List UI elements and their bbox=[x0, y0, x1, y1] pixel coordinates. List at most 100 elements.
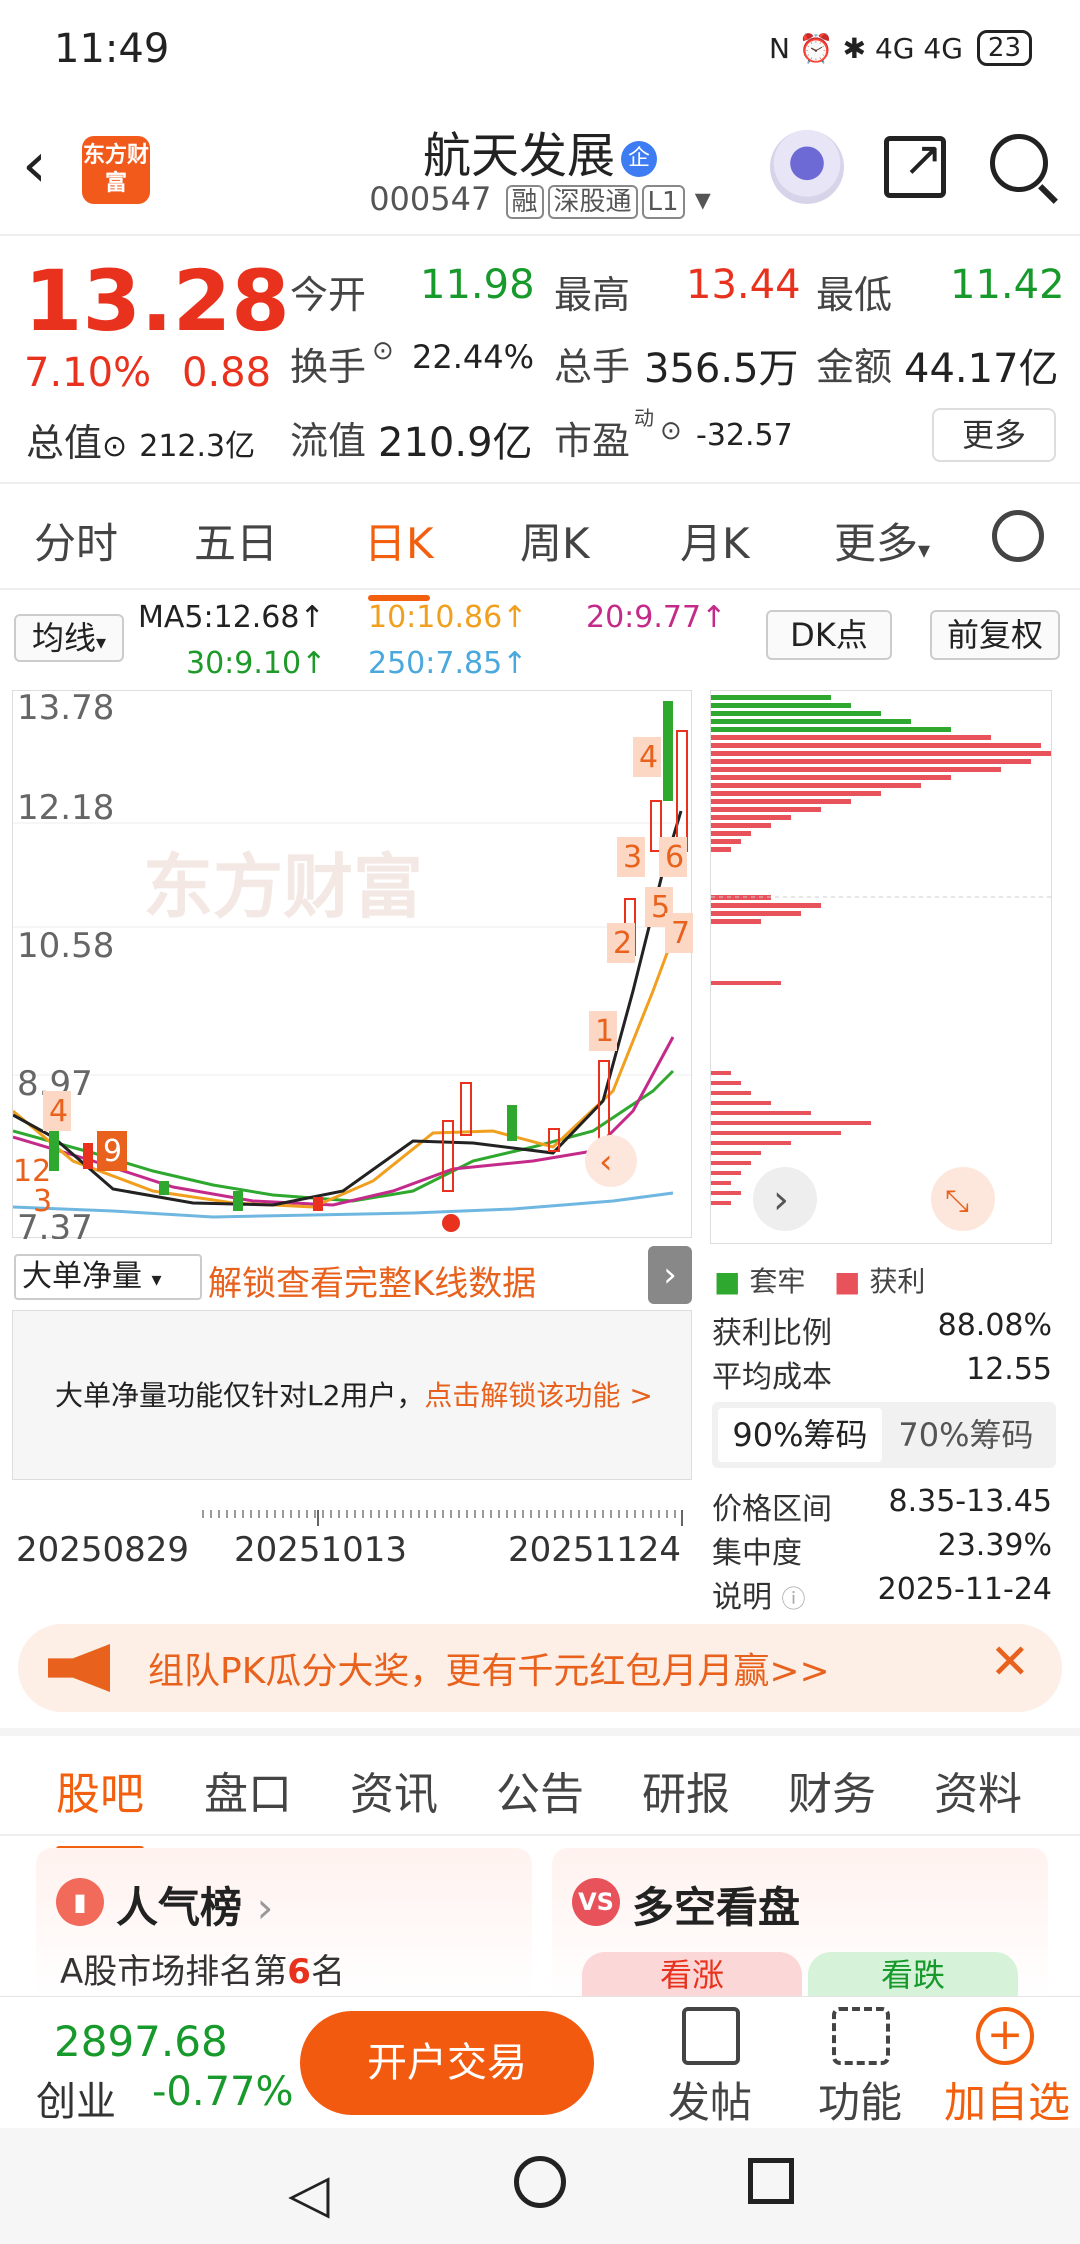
amount-value: 44.17亿 bbox=[904, 346, 1059, 392]
time-axis bbox=[202, 1510, 683, 1526]
dk-dot bbox=[442, 1214, 460, 1232]
candle bbox=[313, 1197, 323, 1211]
candle bbox=[676, 730, 688, 852]
gear-icon[interactable] bbox=[992, 510, 1044, 562]
chip-bar bbox=[711, 919, 761, 924]
plus-icon[interactable]: + bbox=[976, 2007, 1034, 2065]
chip-bar bbox=[711, 1131, 841, 1135]
chip-percent-toggle: 90%筹码 70%筹码 bbox=[712, 1402, 1056, 1468]
volume-label: 总手 bbox=[554, 345, 631, 389]
chip-bar bbox=[711, 719, 911, 724]
kline-chart[interactable]: 东方财富 13.78 12.18 10.58 8.97 7.37 1 2 3 4… bbox=[12, 688, 693, 1248]
bear-button[interactable]: 看跌 bbox=[808, 1952, 1018, 1998]
tab-more[interactable]: 更多▾ bbox=[834, 510, 930, 571]
marker-label: 3 bbox=[33, 1184, 52, 1219]
indicator-dropdown[interactable]: 大单净量 ▾ bbox=[14, 1254, 202, 1300]
tab-news[interactable]: 资讯 bbox=[350, 1758, 438, 1822]
nav-back-icon[interactable]: ◁ bbox=[288, 2162, 330, 2225]
legend-swatch: ■ bbox=[714, 1265, 741, 1298]
chip-bar bbox=[711, 1141, 791, 1145]
price-range-row: 价格区间 8.35-13.45 bbox=[712, 1484, 1056, 1527]
promo-banner[interactable]: 组队PK瓜分大奖，更有千元红包月月赢>> ✕ bbox=[18, 1624, 1062, 1712]
tab-orderbook[interactable]: 盘口 bbox=[204, 1758, 292, 1822]
open-account-button[interactable]: 开户交易 bbox=[300, 2011, 594, 2115]
share-icon[interactable] bbox=[884, 131, 946, 198]
app-header: ‹ 东方财富 航天发展企 000547 融深股通 L1 ▾ bbox=[0, 110, 1080, 234]
tab-daily-k[interactable]: 日K bbox=[364, 510, 434, 601]
post-button[interactable]: 发帖 bbox=[668, 2069, 752, 2130]
tab-intraday[interactable]: 分时 bbox=[34, 510, 118, 571]
info-tabs: 股吧 盘口 资讯 公告 研报 财务 资料 bbox=[0, 1730, 1080, 1852]
rank-number: 6 bbox=[287, 1952, 311, 1992]
marker-label: 9 bbox=[103, 1134, 122, 1169]
chip-bar bbox=[711, 1091, 751, 1095]
bull-button[interactable]: 看涨 bbox=[582, 1952, 802, 1998]
nav-recents-icon[interactable] bbox=[748, 2158, 794, 2204]
chip-bar bbox=[711, 1081, 741, 1085]
chip-bar bbox=[711, 847, 731, 852]
note-date: 2025-11-24 bbox=[877, 1572, 1052, 1607]
tab-finance[interactable]: 财务 bbox=[788, 1758, 876, 1822]
chip-bar bbox=[711, 1071, 731, 1075]
ma30-value: 30:9.10↑ bbox=[186, 646, 327, 681]
adjust-button[interactable]: 前复权 bbox=[930, 610, 1060, 660]
tab-monthly-k[interactable]: 月K bbox=[680, 510, 750, 571]
tab-announcements[interactable]: 公告 bbox=[496, 1758, 584, 1822]
robot-assistant-icon[interactable] bbox=[770, 130, 844, 204]
chevron-right-icon: › bbox=[773, 1177, 789, 1223]
candle bbox=[233, 1191, 243, 1211]
function-button[interactable]: 功能 bbox=[818, 2069, 902, 2130]
candle bbox=[507, 1105, 517, 1141]
ma-selector[interactable]: 均线▾ bbox=[14, 614, 124, 662]
l2-unlock-link[interactable]: 点击解锁该功能 > bbox=[424, 1379, 652, 1412]
unlock-kline-link[interactable]: 解锁查看完整K线数据 bbox=[208, 1256, 536, 1305]
chip-bar bbox=[711, 695, 831, 700]
dk-point-button[interactable]: DK点 bbox=[766, 610, 892, 660]
popularity-card[interactable]: ▮ 人气榜 › A股市场排名第6名 bbox=[36, 1848, 532, 1998]
chip-bar bbox=[711, 903, 821, 908]
add-watchlist-button[interactable]: 加自选 bbox=[944, 2069, 1070, 2130]
candle bbox=[663, 701, 673, 801]
marker-label: 7 bbox=[671, 916, 690, 951]
close-icon[interactable]: ✕ bbox=[990, 1634, 1030, 1690]
index-change: -0.77% bbox=[152, 2069, 294, 2115]
l2-notice-text: 大单净量功能仅针对L2用户， bbox=[55, 1379, 425, 1412]
kline-svg: 东方财富 13.78 12.18 10.58 8.97 7.37 1 2 3 4… bbox=[12, 688, 693, 1248]
tab-chip-90[interactable]: 90%筹码 bbox=[718, 1408, 882, 1462]
ma5-value: MA5:12.68↑ bbox=[138, 600, 325, 635]
tab-five-day[interactable]: 五日 bbox=[194, 510, 278, 571]
chip-bar bbox=[711, 981, 781, 985]
candles bbox=[49, 701, 688, 1211]
tab-weekly-k[interactable]: 周K bbox=[520, 510, 590, 571]
info-icon[interactable]: ⓘ bbox=[782, 1585, 806, 1613]
chevron-right-icon[interactable]: › bbox=[648, 1246, 692, 1304]
caret-down-icon: ▾ bbox=[151, 1267, 162, 1291]
chip-distribution[interactable]: › ⤡ bbox=[710, 690, 1053, 1244]
chip-bar bbox=[711, 735, 991, 740]
chip-bar bbox=[711, 1161, 751, 1165]
price-range-value: 8.35-13.45 bbox=[888, 1484, 1052, 1519]
tab-research[interactable]: 研报 bbox=[642, 1758, 730, 1822]
volume-value: 356.5万 bbox=[644, 346, 799, 392]
tab-chip-70[interactable]: 70%筹码 bbox=[884, 1408, 1048, 1462]
index-value[interactable]: 2897.68 bbox=[54, 2017, 228, 2066]
chip-bar bbox=[711, 751, 1051, 756]
change-percent: 7.10% bbox=[24, 350, 152, 396]
signal-icons: N ⏰ ✱ 4G 4G bbox=[769, 31, 963, 65]
amount-label: 金额 bbox=[816, 345, 893, 389]
indicator-dropdown-label: 大单净量 bbox=[22, 1259, 142, 1294]
avg-cost-label: 平均成本 bbox=[712, 1360, 832, 1395]
legend-swatch: ■ bbox=[834, 1265, 861, 1298]
chip-bar bbox=[711, 1101, 771, 1105]
nav-home-icon[interactable] bbox=[514, 2156, 566, 2208]
battery-icon: 23 bbox=[976, 30, 1032, 66]
tab-profile[interactable]: 资料 bbox=[934, 1758, 1022, 1822]
tab-forum[interactable]: 股吧 bbox=[56, 1758, 144, 1852]
more-button[interactable]: 更多 bbox=[932, 408, 1056, 462]
grid-icon[interactable] bbox=[832, 2007, 890, 2065]
avg-cost-row: 平均成本 12.55 bbox=[712, 1352, 1056, 1395]
bull-bear-card[interactable]: VS 多空看盘 看涨 看跌 bbox=[552, 1848, 1048, 1998]
edit-icon[interactable] bbox=[682, 2007, 740, 2065]
search-icon[interactable] bbox=[990, 134, 1048, 192]
chevron-left-icon: ‹ bbox=[599, 1142, 613, 1182]
